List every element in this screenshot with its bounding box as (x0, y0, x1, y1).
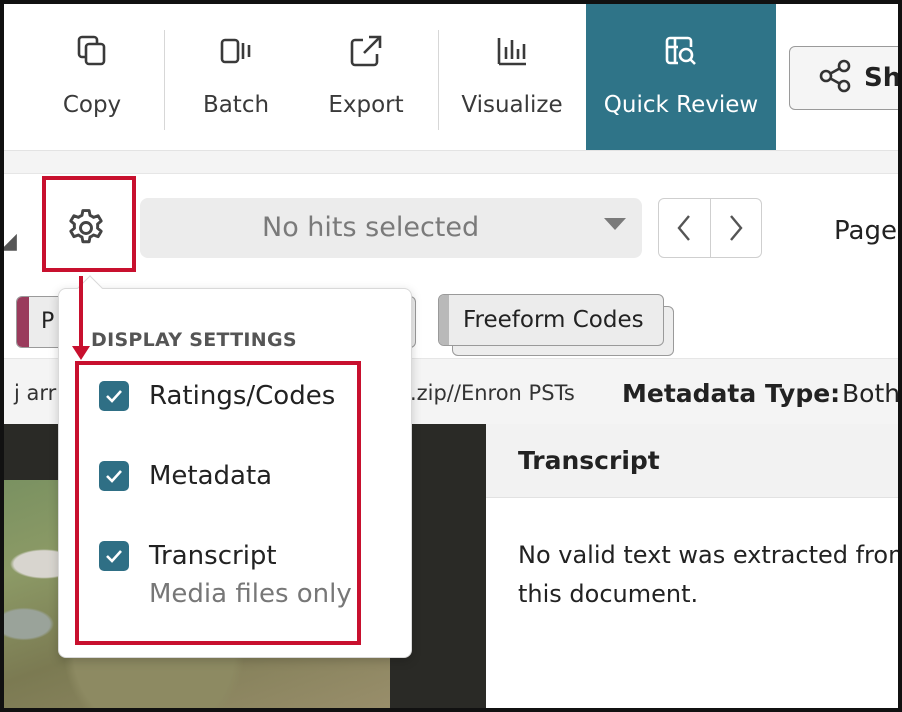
checkmark-icon (106, 550, 122, 563)
quick-review-label: Quick Review (603, 92, 759, 118)
transcript-title: Transcript (518, 446, 660, 475)
chevron-right-icon (729, 215, 743, 241)
option-label: Ratings/Codes (149, 381, 336, 411)
transcript-panel: Transcript No valid text was extracted f… (486, 424, 902, 708)
visualize-button[interactable]: Visualize (444, 4, 580, 150)
display-settings-popover: DISPLAY SETTINGS Ratings/Codes Metadata … (58, 275, 412, 658)
metadata-type-label: Metadata Type: (622, 379, 841, 408)
copy-icon (76, 34, 108, 68)
quick-review-button[interactable]: Quick Review (586, 4, 776, 150)
caret-down-icon (604, 218, 626, 230)
checkmark-icon (106, 390, 122, 403)
toolbar: Copy Batch Export Visualize Quick Review… (4, 4, 902, 150)
export-label: Export (328, 92, 404, 118)
option-label: Transcript (149, 541, 277, 571)
left-caret-icon: ◢ (0, 229, 17, 254)
chevron-left-icon (677, 215, 691, 241)
previous-hit-button[interactable] (659, 199, 710, 257)
toolbar-divider (438, 30, 439, 130)
checkbox-checked[interactable] (99, 541, 129, 571)
share-label: Sh (864, 63, 902, 93)
checkbox-checked[interactable] (99, 381, 129, 411)
copy-label: Copy (62, 92, 122, 118)
batch-button[interactable]: Batch (168, 4, 304, 150)
export-icon (349, 34, 383, 68)
checkmark-icon (106, 470, 122, 483)
metadata-path: s.zip//Enron PSTs (399, 381, 575, 405)
option-metadata[interactable]: Metadata (99, 461, 272, 491)
quick-review-icon (664, 34, 698, 68)
tag-color-stripe (439, 295, 449, 345)
tag-chip-label: P (41, 309, 55, 334)
gear-icon[interactable] (64, 206, 108, 250)
option-note: Media files only (149, 579, 352, 609)
option-label: Metadata (149, 461, 273, 491)
visualize-label: Visualize (461, 92, 563, 118)
checkbox-checked[interactable] (99, 461, 129, 491)
transcript-header: Transcript (486, 424, 898, 498)
copy-button[interactable]: Copy (24, 4, 160, 150)
hits-select-value: No hits selected (262, 212, 480, 243)
toolbar-divider (164, 30, 165, 130)
metadata-name: j arr (14, 381, 57, 405)
metadata-type-value: Both (842, 379, 901, 408)
callout-arrow-head (72, 346, 90, 360)
options-highlight-box: Ratings/Codes Metadata Transcript Media … (75, 361, 361, 645)
screenshot-frame: Copy Batch Export Visualize Quick Review… (0, 0, 902, 712)
freeform-codes-button[interactable]: Freeform Codes (438, 294, 664, 346)
option-transcript[interactable]: Transcript (99, 541, 277, 571)
export-button[interactable]: Export (298, 4, 434, 150)
tag-color-stripe (17, 297, 29, 347)
hits-select[interactable]: No hits selected (140, 198, 642, 258)
batch-icon (219, 34, 253, 68)
share-icon (818, 59, 852, 97)
next-hit-button[interactable] (709, 199, 762, 257)
callout-arrow-line (79, 276, 83, 352)
page-label: Page (834, 216, 897, 246)
option-ratings-codes[interactable]: Ratings/Codes (99, 381, 335, 411)
hits-row: ◢ No hits selected Page (4, 174, 898, 284)
display-settings-title: DISPLAY SETTINGS (91, 329, 297, 351)
batch-label: Batch (202, 92, 270, 118)
share-button[interactable]: Sh (789, 46, 902, 110)
bar-chart-icon (496, 34, 528, 68)
toolbar-band (4, 150, 898, 174)
hit-navigation (658, 198, 762, 258)
transcript-body: No valid text was extracted from this do… (518, 541, 902, 608)
freeform-codes-label: Freeform Codes (463, 307, 644, 333)
